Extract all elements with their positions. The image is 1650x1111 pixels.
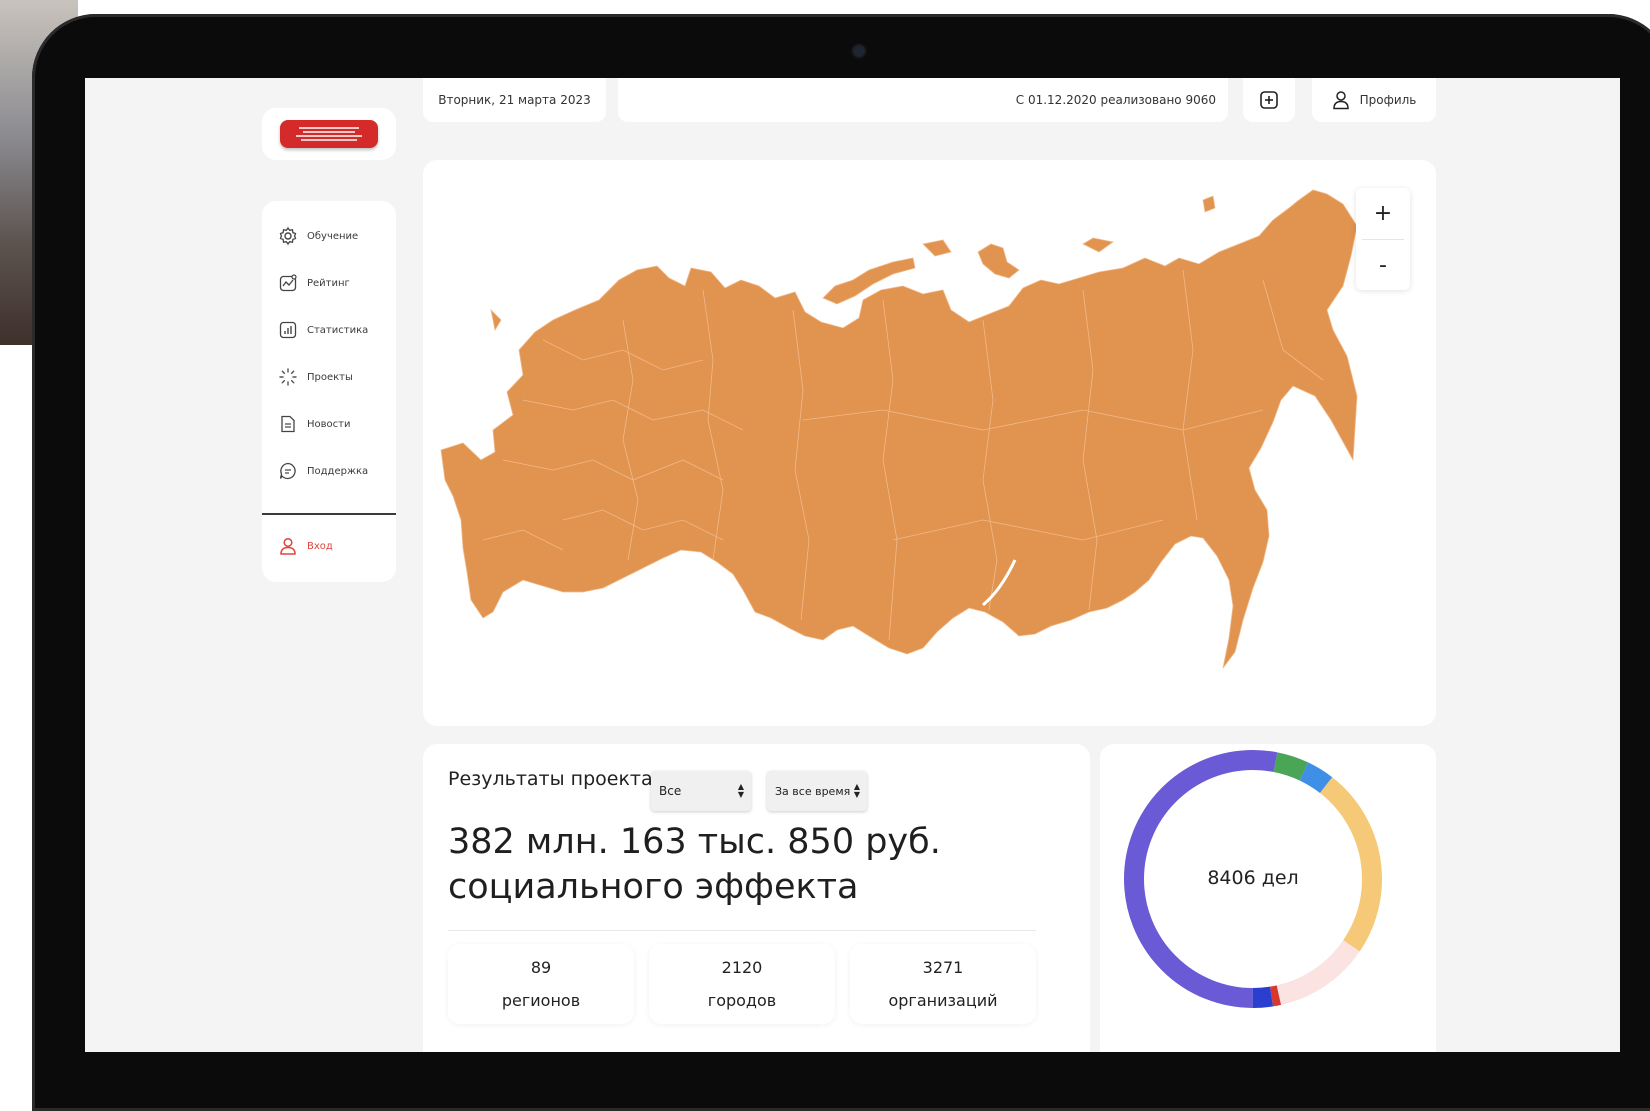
sidebar-item-label: Новости xyxy=(307,418,351,430)
stat-cities: 2120 городов xyxy=(649,944,835,1024)
period-filter-value: За все время xyxy=(775,784,851,798)
map-panel xyxy=(423,160,1436,726)
sidebar-item-login[interactable]: Вход xyxy=(277,531,333,561)
zoom-out-button[interactable]: - xyxy=(1356,240,1410,291)
stat-value: 2120 xyxy=(721,958,763,977)
zoom-in-button[interactable]: + xyxy=(1356,188,1410,239)
sidebar-item-projects[interactable]: Проекты xyxy=(277,362,353,392)
user-icon xyxy=(1332,91,1349,110)
sidebar-item-support[interactable]: Поддержка xyxy=(277,456,368,486)
select-arrows-icon: ▲ ▼ xyxy=(853,782,860,799)
document-icon xyxy=(277,413,299,435)
donut-center-label: 8406 дел xyxy=(1207,867,1299,889)
sidebar-item-label: Статистика xyxy=(307,324,369,336)
stat-value: 3271 xyxy=(922,958,964,977)
sidebar-item-label: Обучение xyxy=(307,230,359,242)
bar-chart-icon xyxy=(277,319,299,341)
region-filter-value: Все xyxy=(659,784,682,798)
app-screen: Обучение Рейтинг Статистика Проекты Ново… xyxy=(85,78,1620,1052)
projects-counter: С 01.12.2020 реализовано 9060 xyxy=(618,78,1228,122)
user-icon xyxy=(277,535,299,557)
profile-label: Профиль xyxy=(1359,93,1417,107)
deeds-donut-chart[interactable] xyxy=(1100,744,1436,1052)
russia-regions-map[interactable] xyxy=(423,160,1436,726)
social-effect-amount: 382 млн. 163 тыс. 850 руб. xyxy=(448,822,941,862)
camera-icon xyxy=(853,45,865,57)
stat-label: регионов xyxy=(501,991,581,1010)
stat-label: городов xyxy=(707,991,777,1010)
sidebar-divider xyxy=(262,513,396,515)
project-results-panel: Результаты проекта Все ▲ ▼ За все время ▲… xyxy=(423,744,1090,1052)
region-filter-select[interactable]: Все ▲ ▼ xyxy=(651,771,751,811)
sidebar-item-news[interactable]: Новости xyxy=(277,409,350,439)
logo-icon xyxy=(280,120,378,148)
deeds-donut-panel: 8406 дел xyxy=(1100,744,1436,1052)
plus-square-icon xyxy=(1260,91,1278,109)
chart-line-icon xyxy=(277,272,299,294)
sidebar-item-education[interactable]: Обучение xyxy=(277,221,358,251)
sidebar-item-label: Поддержка xyxy=(307,465,369,477)
stat-label: организаций xyxy=(888,991,998,1010)
period-filter-select[interactable]: За все время ▲ ▼ xyxy=(767,771,867,811)
sidebar: Обучение Рейтинг Статистика Проекты Ново… xyxy=(262,201,396,582)
sidebar-item-label: Вход xyxy=(307,540,333,552)
date-display: Вторник, 21 марта 2023 xyxy=(423,78,606,122)
add-button[interactable] xyxy=(1243,78,1295,122)
results-divider xyxy=(448,930,1036,931)
stat-value: 89 xyxy=(530,958,552,977)
stat-regions: 89 регионов xyxy=(448,944,634,1024)
profile-button[interactable]: Профиль xyxy=(1312,78,1436,122)
social-effect-value: 382 млн. 163 тыс. 850 руб. социального э… xyxy=(448,820,1048,910)
results-title: Результаты проекта xyxy=(448,768,653,790)
stat-organizations: 3271 организаций xyxy=(850,944,1036,1024)
sidebar-item-statistics[interactable]: Статистика xyxy=(277,315,368,345)
sidebar-item-label: Проекты xyxy=(307,371,353,383)
social-effect-caption: социального эффекта xyxy=(448,867,859,907)
chat-icon xyxy=(277,460,299,482)
sidebar-item-label: Рейтинг xyxy=(307,277,350,289)
spinner-icon xyxy=(277,366,299,388)
select-arrows-icon: ▲ ▼ xyxy=(737,782,744,799)
gear-icon xyxy=(277,225,299,247)
logo-card[interactable] xyxy=(262,108,396,160)
sidebar-item-rating[interactable]: Рейтинг xyxy=(277,268,350,298)
map-zoom-controls: + - xyxy=(1356,188,1410,290)
